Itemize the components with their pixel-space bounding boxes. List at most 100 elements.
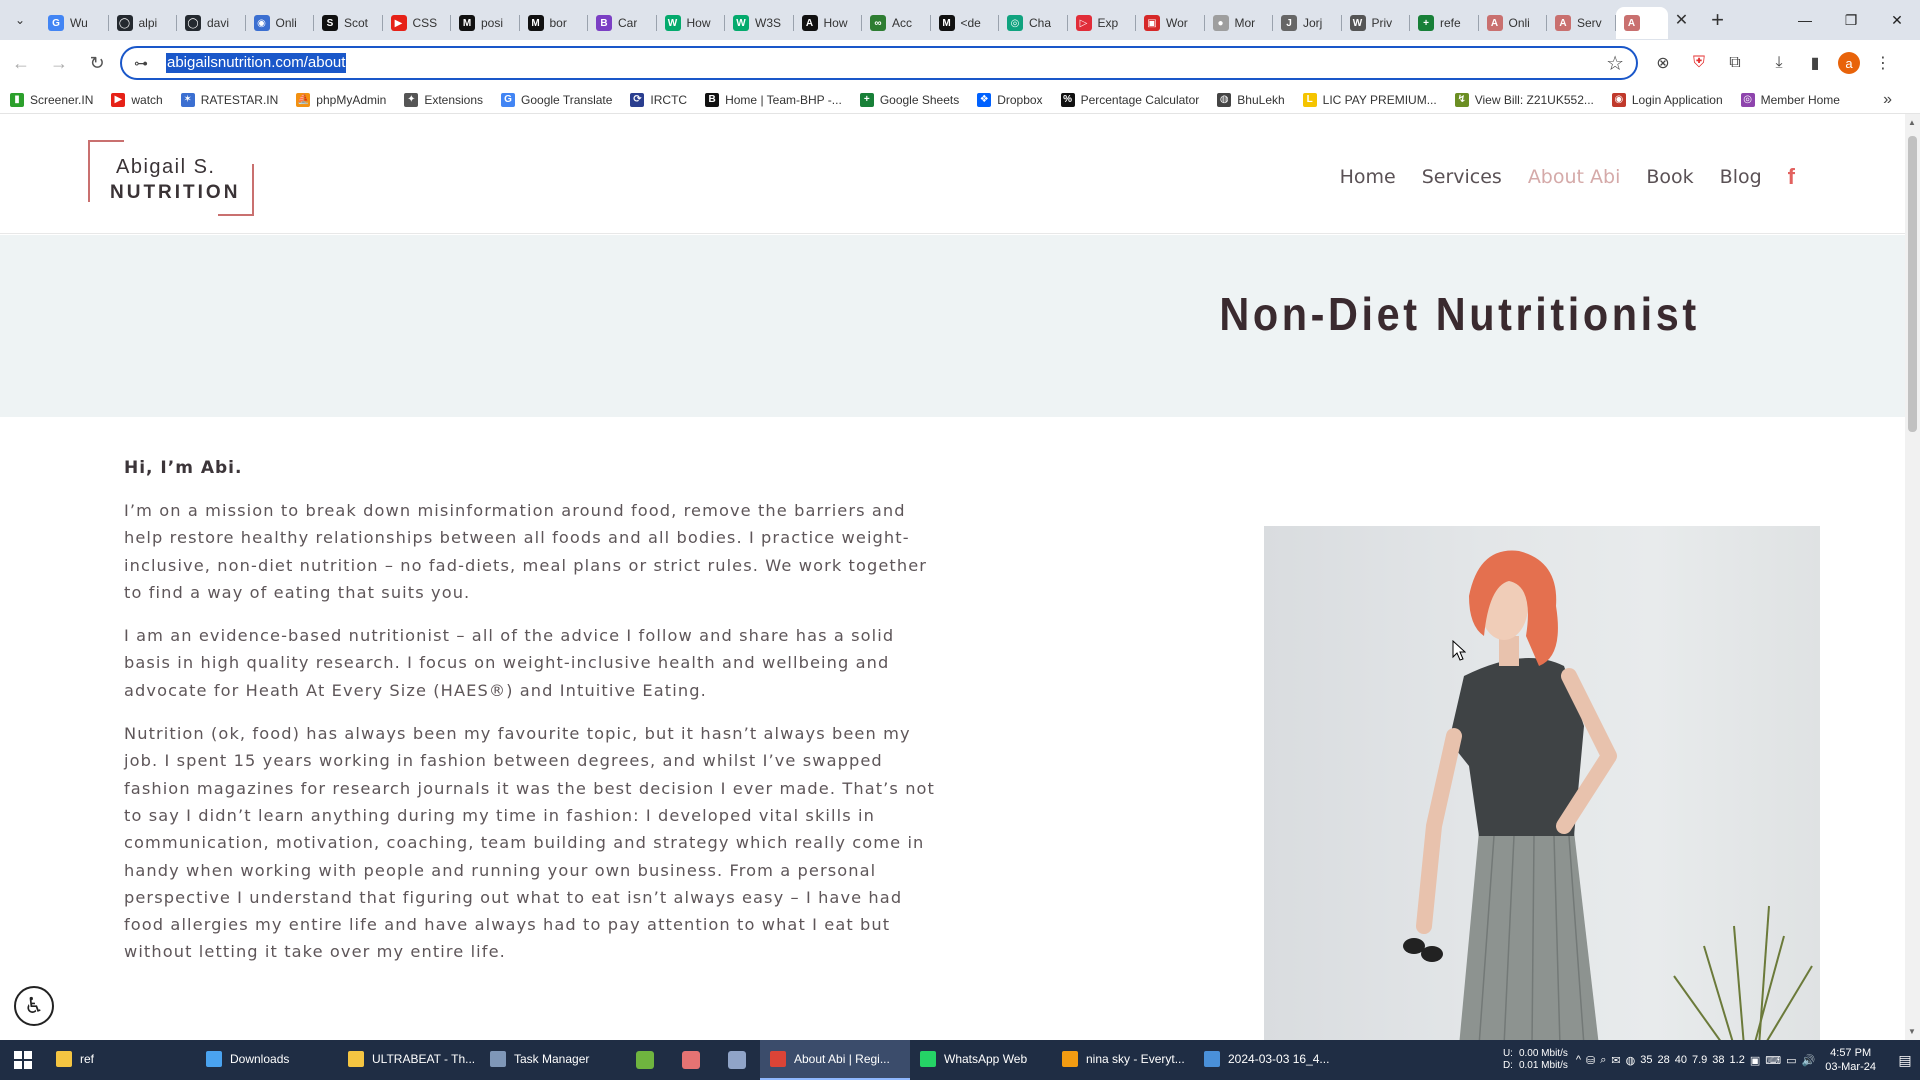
- tray-icon[interactable]: ^: [1576, 1054, 1581, 1066]
- tray-icon[interactable]: ▣: [1750, 1054, 1760, 1067]
- back-button[interactable]: ←: [4, 46, 38, 80]
- bookmark-item[interactable]: ▶ watch: [111, 92, 163, 107]
- taskbar-app[interactable]: Task Manager: [480, 1040, 622, 1080]
- download-icon[interactable]: ⤓: [1766, 50, 1792, 76]
- browser-tab[interactable]: ∞ Acc: [862, 7, 931, 39]
- bookmarks-overflow-icon[interactable]: »: [1883, 91, 1892, 109]
- minimize-button[interactable]: —: [1782, 0, 1828, 40]
- address-bar[interactable]: ⊶ abigailsnutrition.com/about ☆: [120, 46, 1638, 80]
- bookmark-item[interactable]: L LIC PAY PREMIUM...: [1302, 92, 1437, 107]
- tab-active[interactable]: A: [1615, 7, 1668, 39]
- taskbar-app[interactable]: ref: [46, 1040, 196, 1080]
- taskbar-app[interactable]: ULTRABEAT - Th...: [338, 1040, 480, 1080]
- tray-icon[interactable]: 🔊: [1802, 1054, 1816, 1067]
- scroll-down-icon[interactable]: ▼: [1908, 1027, 1916, 1036]
- browser-tab[interactable]: A How: [794, 7, 863, 39]
- bookmark-item[interactable]: ◎ Member Home: [1740, 92, 1840, 107]
- taskbar-app[interactable]: nina sky - Everyt...: [1052, 1040, 1194, 1080]
- extension-icon[interactable]: ⊗: [1650, 50, 1676, 76]
- tray-icon[interactable]: ⛁: [1586, 1054, 1595, 1067]
- taskbar-pinned-app-icon[interactable]: [714, 1040, 760, 1080]
- browser-tab[interactable]: S Scot: [314, 7, 383, 39]
- bookmark-item[interactable]: ⟳ IRCTC: [630, 92, 687, 107]
- nav-link-blog[interactable]: Blog: [1720, 166, 1762, 188]
- new-tab-button[interactable]: +: [1704, 6, 1732, 34]
- profile-avatar[interactable]: a: [1838, 52, 1860, 74]
- tray-icon[interactable]: 40: [1675, 1054, 1687, 1066]
- facebook-icon[interactable]: f: [1788, 164, 1795, 190]
- scrollbar-thumb[interactable]: [1908, 136, 1917, 432]
- tray-icon[interactable]: 28: [1658, 1054, 1670, 1066]
- taskbar-pinned-app-icon[interactable]: [622, 1040, 668, 1080]
- bookmark-star-icon[interactable]: ☆: [1606, 51, 1624, 76]
- close-window-button[interactable]: ✕: [1874, 0, 1920, 40]
- bookmark-item[interactable]: ✦ Extensions: [404, 92, 483, 107]
- tray-icon[interactable]: ⌨: [1765, 1054, 1781, 1067]
- browser-tab[interactable]: W W3S: [725, 7, 794, 39]
- bookmark-item[interactable]: ✶ RATESTAR.IN: [180, 92, 278, 107]
- tab-close-icon[interactable]: ✕: [1668, 6, 1696, 34]
- scroll-up-icon[interactable]: ▲: [1908, 118, 1916, 127]
- nav-link-book[interactable]: Book: [1646, 166, 1693, 188]
- bookmark-item[interactable]: ⛵ phpMyAdmin: [296, 92, 386, 107]
- side-panel-icon[interactable]: ▮: [1802, 50, 1828, 76]
- browser-tab[interactable]: + refe: [1410, 7, 1479, 39]
- browser-tab[interactable]: ▷ Exp: [1068, 7, 1137, 39]
- tray-icon[interactable]: ✉: [1611, 1054, 1620, 1067]
- tray-icon[interactable]: ◍: [1626, 1054, 1636, 1067]
- site-logo[interactable]: Abigail S. NUTRITION: [88, 140, 254, 216]
- menu-icon[interactable]: ⋮: [1870, 50, 1896, 76]
- tray-icon[interactable]: 1.2: [1730, 1054, 1745, 1066]
- page-scrollbar[interactable]: ▲ ▼: [1905, 114, 1920, 1040]
- taskbar-app[interactable]: Downloads: [196, 1040, 338, 1080]
- clock[interactable]: 4:57 PM 03-Mar-24: [1825, 1046, 1876, 1074]
- browser-tab[interactable]: ▣ Wor: [1136, 7, 1205, 39]
- browser-tab[interactable]: G Wu: [40, 7, 109, 39]
- browser-tab[interactable]: M <de: [931, 7, 1000, 39]
- browser-tab[interactable]: J Jorj: [1273, 7, 1342, 39]
- start-button[interactable]: [0, 1040, 46, 1080]
- tray-icon[interactable]: 35: [1640, 1054, 1652, 1066]
- bookmark-item[interactable]: ◉ Login Application: [1611, 92, 1723, 107]
- browser-tab[interactable]: ◯ alpi: [109, 7, 178, 39]
- bookmark-item[interactable]: ▮ Screener.IN: [10, 92, 93, 107]
- bookmark-item[interactable]: B Home | Team-BHP -...: [705, 92, 842, 107]
- browser-tab[interactable]: ◯ davi: [177, 7, 246, 39]
- nav-link-home[interactable]: Home: [1340, 166, 1396, 188]
- browser-tab[interactable]: A Serv: [1547, 7, 1616, 39]
- bookmark-item[interactable]: % Percentage Calculator: [1060, 92, 1199, 107]
- browser-tab[interactable]: W Priv: [1342, 7, 1411, 39]
- tray-icon[interactable]: 7.9: [1692, 1054, 1707, 1066]
- restore-button[interactable]: ❐: [1828, 0, 1874, 40]
- taskbar-app[interactable]: WhatsApp Web: [910, 1040, 1052, 1080]
- browser-tab[interactable]: ● Mor: [1205, 7, 1274, 39]
- reload-button[interactable]: ↻: [80, 46, 114, 80]
- taskbar-app[interactable]: 2024-03-03 16_4...: [1194, 1040, 1336, 1080]
- accessibility-button[interactable]: ♿: [14, 986, 54, 1026]
- browser-tab[interactable]: B Car: [588, 7, 657, 39]
- bookmark-item[interactable]: + Google Sheets: [859, 92, 959, 107]
- browser-tab[interactable]: Mposi: [451, 7, 520, 39]
- bookmark-item[interactable]: ❖ Dropbox: [977, 92, 1043, 107]
- browser-tab[interactable]: ◉ Onli: [246, 7, 315, 39]
- url-text[interactable]: abigailsnutrition.com/about: [166, 53, 347, 73]
- bookmark-item[interactable]: ◍ BhuLekh: [1217, 92, 1285, 107]
- shield-icon[interactable]: ⛨: [1686, 50, 1712, 76]
- taskbar-app[interactable]: About Abi | Regi...: [760, 1040, 910, 1080]
- browser-tab[interactable]: ◎ Cha: [999, 7, 1068, 39]
- extensions-icon[interactable]: ⧉: [1722, 50, 1748, 76]
- browser-tab[interactable]: ▶ CSS: [383, 7, 452, 39]
- notification-center-icon[interactable]: ▤: [1890, 1040, 1920, 1080]
- browser-tab[interactable]: Mbor: [520, 7, 589, 39]
- bookmark-item[interactable]: G Google Translate: [501, 92, 612, 107]
- forward-button[interactable]: →: [42, 46, 76, 80]
- taskbar-pinned-app-icon[interactable]: [668, 1040, 714, 1080]
- tray-icon[interactable]: ⌕: [1600, 1054, 1606, 1067]
- site-info-icon[interactable]: ⊶: [134, 55, 154, 72]
- browser-tab[interactable]: A Onli: [1479, 7, 1548, 39]
- bookmark-item[interactable]: ↯ View Bill: Z21UK552...: [1454, 92, 1594, 107]
- nav-link-services[interactable]: Services: [1422, 166, 1502, 188]
- browser-tab[interactable]: W How: [657, 7, 726, 39]
- nav-link-about-abi[interactable]: About Abi: [1528, 166, 1621, 188]
- tab-search-icon[interactable]: ⌄: [0, 0, 40, 40]
